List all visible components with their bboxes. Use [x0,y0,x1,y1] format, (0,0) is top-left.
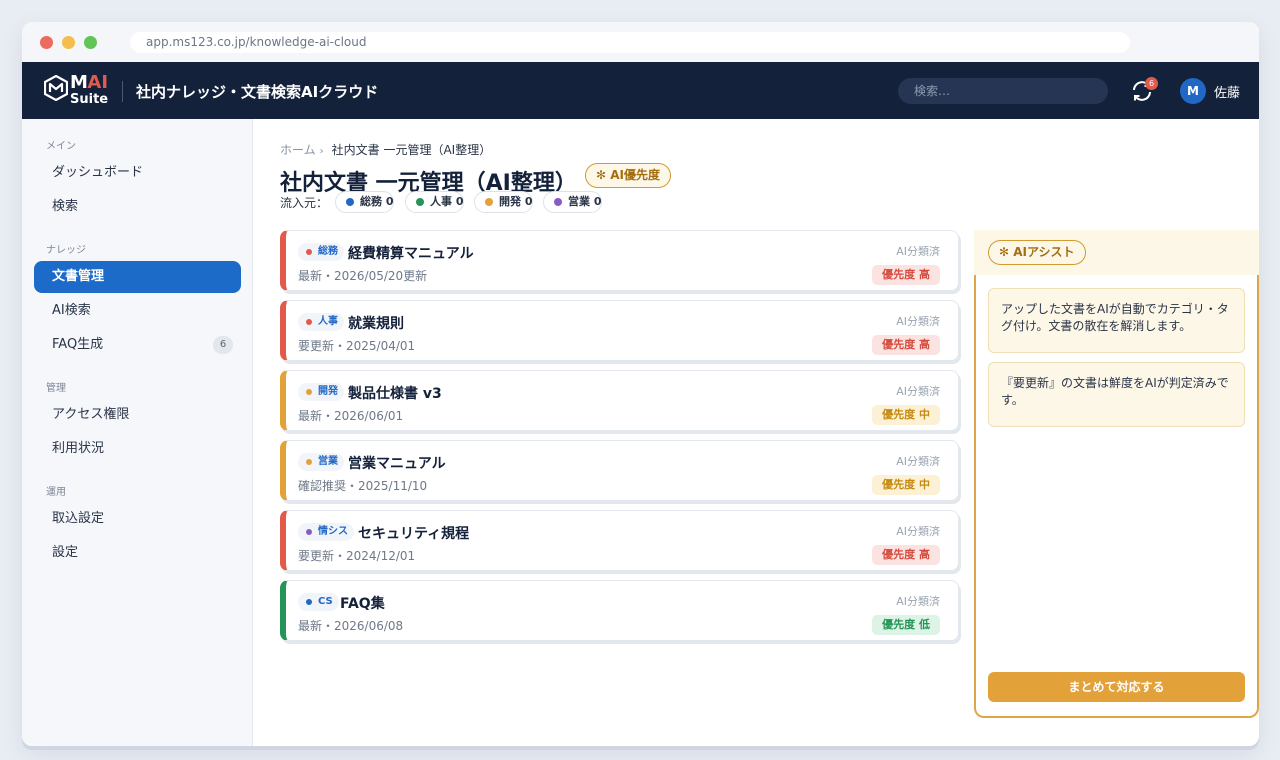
document-meta: 最新・2026/05/20更新 [298,269,428,283]
dept-tag: CS [298,593,339,611]
source-chip-hr[interactable]: 人事 0 [405,191,465,213]
search-input[interactable]: 検索… [898,78,1108,104]
document-meta: 最新・2026/06/01 [298,409,404,423]
sidebar-item-search[interactable]: 検索 [34,191,241,223]
minimize-window-button[interactable] [62,36,75,49]
dept-tag: 開発 [298,383,344,401]
breadcrumb: ホーム › 社内文書 一元管理（AI整理） [280,141,491,158]
ai-assist-tag: ✻ AIアシスト [988,240,1086,265]
source-chip-dev[interactable]: 開発 0 [474,191,534,213]
breadcrumb-home[interactable]: ホーム [280,143,316,157]
dept-tag: 人事 [298,313,344,331]
ai-priority-label: AI優先度 [610,168,661,182]
document-card[interactable]: 人事 就業規則 要更新・2025/04/01 AI分類済 優先度 高 [280,300,959,361]
ai-classified-label: AI分類済 [896,315,940,328]
nav-group-operations: 運用 [46,487,66,498]
sidebar-item-faq[interactable]: FAQ生成 6 [34,329,241,361]
sidebar-item-faq-label: FAQ生成 [52,337,104,352]
document-card[interactable]: CS FAQ集 最新・2026/06/08 AI分類済 優先度 低 [280,580,959,641]
document-card[interactable]: 情シス セキュリティ規程 要更新・2024/12/01 AI分類済 優先度 高 [280,510,959,571]
sidebar-item-dashboard[interactable]: ダッシュボード [34,157,241,189]
document-meta: 要更新・2024/12/01 [298,549,416,563]
browser-window: app.ms123.co.jp/knowledge-ai-cloud MAI S… [22,22,1259,746]
breadcrumb-current: 社内文書 一元管理（AI整理） [331,143,492,157]
source-label: 流入元： [280,196,329,210]
app-logo[interactable]: MAI Suite [70,72,109,107]
close-window-button[interactable] [40,36,53,49]
nav-group-main: メイン [46,141,76,152]
document-card[interactable]: 総務 経費精算マニュアル 最新・2026/05/20更新 AI分類済 優先度 高 [280,230,959,291]
ai-assist-title: AIアシスト [1013,245,1075,259]
top-navigation-bar: MAI Suite 社内ナレッジ・文書検索AIクラウド 検索… 6 M 佐藤 [22,62,1259,119]
document-name[interactable]: 製品仕様書 v3 [348,383,442,403]
address-bar[interactable]: app.ms123.co.jp/knowledge-ai-cloud [130,32,1130,53]
ai-assist-header: ✻ AIアシスト [974,230,1259,275]
logo-m-text: M [70,72,88,93]
app-title: 社内ナレッジ・文書検索AIクラウド [136,83,379,101]
ai-classified-label: AI分類済 [896,245,940,258]
document-meta: 最新・2026/06/08 [298,619,404,633]
sidebar: メイン ダッシュボード 検索 ナレッジ 文書管理 AI検索 FAQ生成 6 管理… [22,119,253,746]
document-name[interactable]: 経費精算マニュアル [348,243,474,263]
ai-classified-label: AI分類済 [896,385,940,398]
priority-badge: 優先度 中 [872,475,940,495]
header-divider [122,81,123,102]
sidebar-item-documents[interactable]: 文書管理 [34,261,241,293]
assist-note: アップした文書をAIが自動でカテゴリ・タグ付け。文書の散在を解消します。 [988,288,1245,353]
sidebar-item-access[interactable]: アクセス権限 [34,399,241,431]
sidebar-item-import[interactable]: 取込設定 [34,503,241,535]
resolve-all-button[interactable]: まとめて対応する [988,672,1245,702]
document-name[interactable]: 就業規則 [348,313,404,333]
hexagon-logo-icon [44,75,68,101]
priority-badge: 優先度 高 [872,335,940,355]
dept-tag: 営業 [298,453,344,471]
assist-note: 『要更新』の文書は鮮度をAIが判定済みです。 [988,362,1245,427]
priority-badge: 優先度 中 [872,405,940,425]
source-chip-sales[interactable]: 営業 0 [543,191,603,213]
dept-tag: 総務 [298,243,344,261]
sidebar-item-settings[interactable]: 設定 [34,537,241,569]
document-card[interactable]: 開発 製品仕様書 v3 最新・2026/06/01 AI分類済 優先度 中 [280,370,959,431]
notification-badge: 6 [1145,77,1158,90]
priority-badge: 優先度 高 [872,545,940,565]
document-name[interactable]: 営業マニュアル [348,453,446,473]
user-name[interactable]: 佐藤 [1214,82,1240,101]
nav-group-knowledge: ナレッジ [46,245,86,256]
ai-priority-badge[interactable]: ✻ AI優先度 [585,163,672,188]
chevron-right-icon: › [319,146,324,157]
document-name[interactable]: FAQ集 [340,593,385,613]
priority-badge: 優先度 低 [872,615,940,635]
logo-suite-text: Suite [70,92,109,107]
ai-classified-label: AI分類済 [896,595,940,608]
logo-ai-text: AI [87,72,109,93]
document-card[interactable]: 営業 営業マニュアル 確認推奨・2025/11/10 AI分類済 優先度 中 [280,440,959,501]
document-name[interactable]: セキュリティ規程 [358,523,469,543]
priority-badge: 優先度 高 [872,265,940,285]
sidebar-item-ai-search[interactable]: AI検索 [34,295,241,327]
sidebar-item-usage[interactable]: 利用状況 [34,433,241,465]
avatar[interactable]: M [1180,78,1206,104]
sparkle-icon: ✻ [999,245,1010,259]
maximize-window-button[interactable] [84,36,97,49]
nav-group-admin: 管理 [46,383,66,394]
source-chip-general[interactable]: 総務 0 [335,191,395,213]
browser-chrome: app.ms123.co.jp/knowledge-ai-cloud [22,22,1259,62]
document-meta: 確認推奨・2025/11/10 [298,479,428,493]
faq-count-badge: 6 [213,336,233,354]
document-meta: 要更新・2025/04/01 [298,339,416,353]
ai-classified-label: AI分類済 [896,455,940,468]
sparkle-icon: ✻ [596,168,607,182]
dept-tag: 情シス [298,523,354,541]
ai-classified-label: AI分類済 [896,525,940,538]
